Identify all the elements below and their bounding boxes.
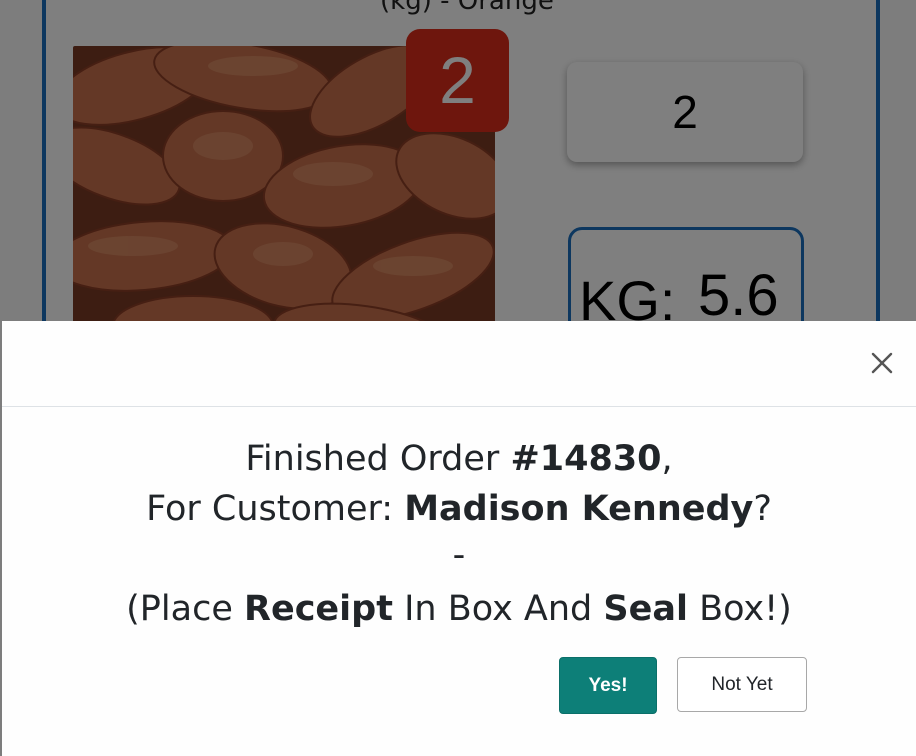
- customer-suffix: ?: [753, 489, 772, 529]
- instruction-prefix: (Place: [126, 589, 244, 629]
- order-suffix: ,: [661, 439, 673, 479]
- close-button[interactable]: [868, 349, 896, 377]
- yes-button[interactable]: Yes!: [559, 657, 657, 714]
- instruction-line: (Place Receipt In Box And Seal Box!): [2, 589, 916, 629]
- order-line: Finished Order #14830,: [2, 439, 916, 479]
- instruction-seal: Seal: [603, 589, 688, 629]
- customer-prefix: For Customer:: [146, 489, 405, 529]
- instruction-receipt: Receipt: [244, 589, 393, 629]
- customer-name: Madison Kennedy: [404, 489, 754, 529]
- finish-order-modal: Finished Order #14830, For Customer: Mad…: [2, 321, 916, 756]
- separator-line: -: [452, 535, 466, 575]
- modal-header: [2, 321, 916, 407]
- instruction-suffix: Box!): [687, 589, 792, 629]
- instruction-middle: In Box And: [392, 589, 604, 629]
- not-yet-button[interactable]: Not Yet: [677, 657, 807, 712]
- order-prefix: Finished Order: [245, 439, 511, 479]
- customer-line: For Customer: Madison Kennedy?: [2, 489, 916, 529]
- order-number: #14830: [510, 439, 662, 479]
- close-icon: [871, 352, 893, 374]
